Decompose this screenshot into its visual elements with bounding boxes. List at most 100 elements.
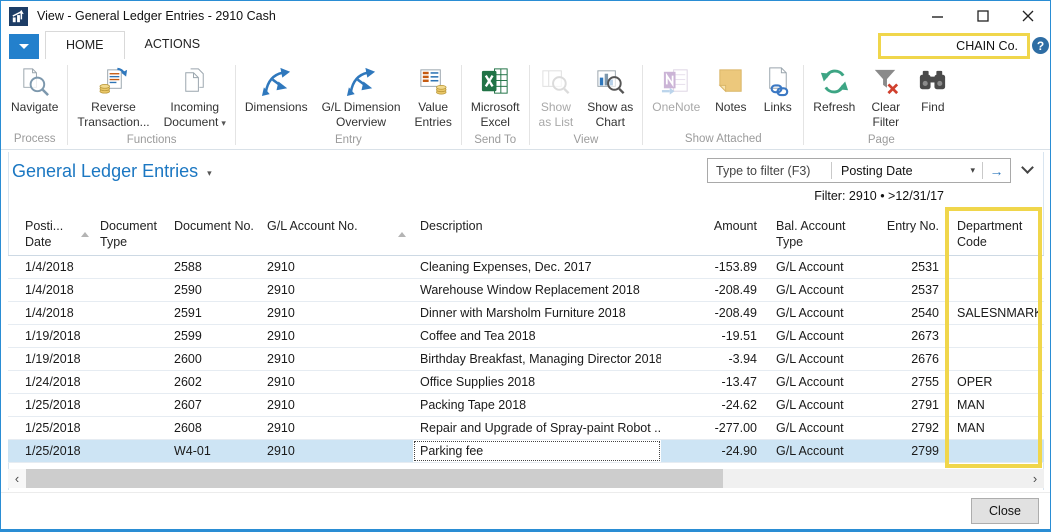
- cell-document-type[interactable]: [96, 417, 168, 439]
- column-header-description[interactable]: Description: [413, 211, 661, 255]
- maximize-button[interactable]: [960, 1, 1005, 31]
- table-row[interactable]: 1/19/201826002910Birthday Breakfast, Man…: [8, 348, 1044, 371]
- help-icon[interactable]: ?: [1032, 37, 1049, 54]
- cell-posting-date[interactable]: 1/24/2018: [8, 371, 96, 393]
- gl-dimension-overview-button[interactable]: G/L Dimension Overview: [315, 62, 408, 133]
- cell-gl-account-no[interactable]: 2910: [261, 256, 413, 278]
- close-window-button[interactable]: [1005, 1, 1050, 31]
- cell-amount[interactable]: -19.51: [661, 325, 765, 347]
- cell-department-code[interactable]: [945, 440, 1039, 462]
- column-header-document-no[interactable]: Document No.: [168, 211, 261, 255]
- cell-entry-no[interactable]: 2791: [865, 394, 945, 416]
- table-row[interactable]: 1/25/2018W4-012910Parking fee-24.90G/L A…: [8, 440, 1044, 463]
- links-button[interactable]: Links: [754, 62, 801, 118]
- cell-department-code[interactable]: [945, 348, 1039, 370]
- scroll-right-button[interactable]: ›: [1026, 469, 1044, 488]
- cell-posting-date[interactable]: 1/4/2018: [8, 302, 96, 324]
- collapse-filter-chevron-icon[interactable]: [1021, 161, 1034, 174]
- cell-amount[interactable]: -13.47: [661, 371, 765, 393]
- cell-entry-no[interactable]: 2531: [865, 256, 945, 278]
- cell-bal-account-type[interactable]: G/L Account: [765, 417, 865, 439]
- cell-posting-date[interactable]: 1/25/2018: [8, 440, 96, 462]
- cell-bal-account-type[interactable]: G/L Account: [765, 394, 865, 416]
- cell-document-type[interactable]: [96, 394, 168, 416]
- cell-document-no[interactable]: 2602: [168, 371, 261, 393]
- cell-posting-date[interactable]: 1/19/2018: [8, 348, 96, 370]
- cell-department-code[interactable]: [945, 256, 1039, 278]
- table-row[interactable]: 1/4/2018 25882910Cleaning Expenses, Dec. …: [8, 256, 1044, 279]
- tab-home[interactable]: HOME: [45, 31, 125, 59]
- scroll-left-button[interactable]: ‹: [8, 469, 26, 488]
- cell-gl-account-no[interactable]: 2910: [261, 325, 413, 347]
- cell-document-type[interactable]: [96, 279, 168, 301]
- close-button[interactable]: Close: [971, 498, 1039, 524]
- cell-department-code[interactable]: OPER: [945, 371, 1039, 393]
- cell-entry-no[interactable]: 2676: [865, 348, 945, 370]
- cell-amount[interactable]: -208.49: [661, 302, 765, 324]
- cell-gl-account-no[interactable]: 2910: [261, 302, 413, 324]
- scrollbar-thumb[interactable]: [26, 469, 723, 488]
- cell-document-no[interactable]: 2590: [168, 279, 261, 301]
- cell-department-code[interactable]: MAN: [945, 417, 1039, 439]
- table-row[interactable]: 1/25/201826082910Repair and Upgrade of S…: [8, 417, 1044, 440]
- cell-bal-account-type[interactable]: G/L Account: [765, 279, 865, 301]
- cell-document-no[interactable]: 2591: [168, 302, 261, 324]
- filter-column-selector[interactable]: Posting Date ▾: [832, 164, 982, 178]
- cell-amount[interactable]: -153.89: [661, 256, 765, 278]
- cell-entry-no[interactable]: 2755: [865, 371, 945, 393]
- apply-filter-button[interactable]: →: [983, 159, 1010, 182]
- cell-document-no[interactable]: 2607: [168, 394, 261, 416]
- column-header-amount[interactable]: Amount: [661, 211, 765, 255]
- cell-bal-account-type[interactable]: G/L Account: [765, 325, 865, 347]
- cell-bal-account-type[interactable]: G/L Account: [765, 371, 865, 393]
- table-row[interactable]: 1/19/201825992910Coffee and Tea 2018-19.…: [8, 325, 1044, 348]
- cell-gl-account-no[interactable]: 2910: [261, 279, 413, 301]
- cell-gl-account-no[interactable]: 2910: [261, 440, 413, 462]
- find-button[interactable]: Find: [909, 62, 956, 118]
- column-header-document-type[interactable]: Document Type: [96, 211, 168, 255]
- cell-entry-no[interactable]: 2799: [865, 440, 945, 462]
- cell-document-no[interactable]: 2608: [168, 417, 261, 439]
- cell-amount[interactable]: -277.00: [661, 417, 765, 439]
- cell-entry-no[interactable]: 2673: [865, 325, 945, 347]
- cell-bal-account-type[interactable]: G/L Account: [765, 440, 865, 462]
- cell-bal-account-type[interactable]: G/L Account: [765, 302, 865, 324]
- cell-department-code[interactable]: [945, 325, 1039, 347]
- cell-document-type[interactable]: [96, 348, 168, 370]
- dimensions-button[interactable]: Dimensions: [238, 62, 315, 118]
- cell-gl-account-no[interactable]: 2910: [261, 417, 413, 439]
- table-row[interactable]: 1/24/201826022910Office Supplies 2018-13…: [8, 371, 1044, 394]
- cell-description[interactable]: Parking fee: [413, 440, 661, 462]
- cell-amount[interactable]: -3.94: [661, 348, 765, 370]
- microsoft-excel-button[interactable]: Microsoft Excel: [464, 62, 527, 133]
- cell-document-type[interactable]: [96, 302, 168, 324]
- cell-department-code[interactable]: SALESNMARK: [945, 302, 1039, 324]
- cell-description[interactable]: Cleaning Expenses, Dec. 2017: [413, 256, 661, 278]
- cell-document-type[interactable]: [96, 256, 168, 278]
- page-title[interactable]: General Ledger Entries ▾: [12, 161, 212, 182]
- cell-posting-date[interactable]: 1/4/2018: [8, 256, 96, 278]
- cell-posting-date[interactable]: 1/19/2018: [8, 325, 96, 347]
- table-row[interactable]: 1/4/201825912910Dinner with Marsholm Fur…: [8, 302, 1044, 325]
- cell-department-code[interactable]: MAN: [945, 394, 1039, 416]
- notes-button[interactable]: Notes: [707, 62, 754, 118]
- cell-description[interactable]: Birthday Breakfast, Managing Director 20…: [413, 348, 661, 370]
- cell-entry-no[interactable]: 2540: [865, 302, 945, 324]
- cell-document-type[interactable]: [96, 440, 168, 462]
- column-header-department-code[interactable]: Department Code: [945, 211, 1039, 255]
- cell-document-no[interactable]: 2600: [168, 348, 261, 370]
- tab-actions[interactable]: ACTIONS: [125, 31, 221, 59]
- clear-filter-button[interactable]: Clear Filter: [862, 62, 909, 133]
- cell-document-no[interactable]: W4-01: [168, 440, 261, 462]
- cell-document-type[interactable]: [96, 325, 168, 347]
- horizontal-scrollbar[interactable]: ‹ ›: [8, 469, 1044, 488]
- cell-description[interactable]: Warehouse Window Replacement 2018: [413, 279, 661, 301]
- cell-posting-date[interactable]: 1/25/2018: [8, 417, 96, 439]
- column-header-gl-account-no[interactable]: G/L Account No.: [261, 211, 413, 255]
- cell-department-code[interactable]: [945, 279, 1039, 301]
- cell-entry-no[interactable]: 2537: [865, 279, 945, 301]
- reverse-transaction-button[interactable]: Reverse Transaction...: [70, 62, 156, 133]
- table-row[interactable]: 1/4/201825902910Warehouse Window Replace…: [8, 279, 1044, 302]
- cell-document-type[interactable]: [96, 371, 168, 393]
- cell-document-no[interactable]: 2588: [168, 256, 261, 278]
